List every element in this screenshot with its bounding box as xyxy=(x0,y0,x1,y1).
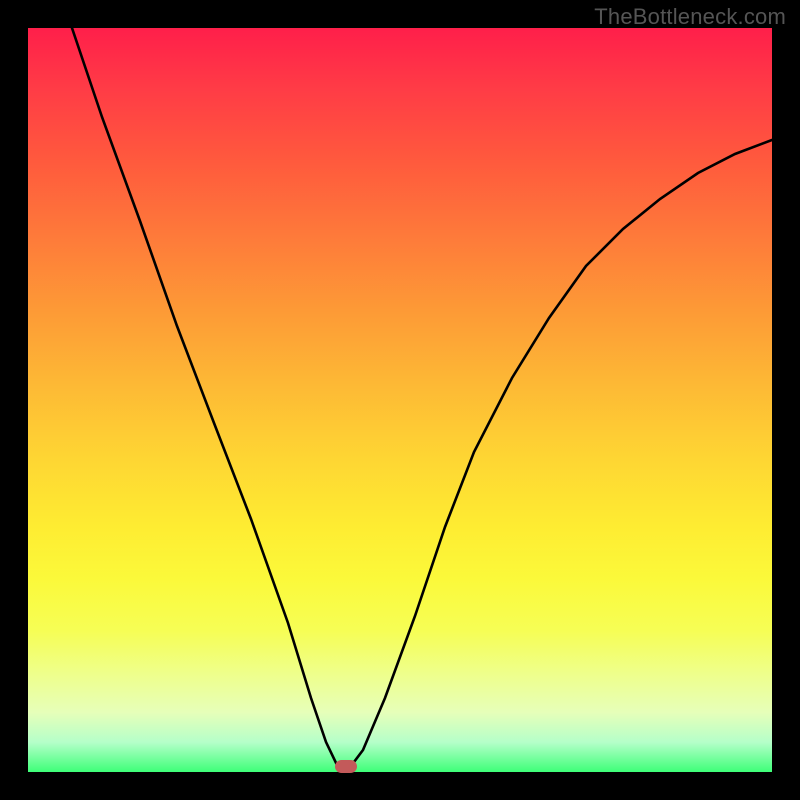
plot-area xyxy=(28,28,772,772)
chart-frame: TheBottleneck.com xyxy=(0,0,800,800)
min-marker xyxy=(335,760,357,773)
curve-svg xyxy=(28,28,772,772)
bottleneck-curve-path xyxy=(72,28,772,770)
watermark-text: TheBottleneck.com xyxy=(594,4,786,30)
